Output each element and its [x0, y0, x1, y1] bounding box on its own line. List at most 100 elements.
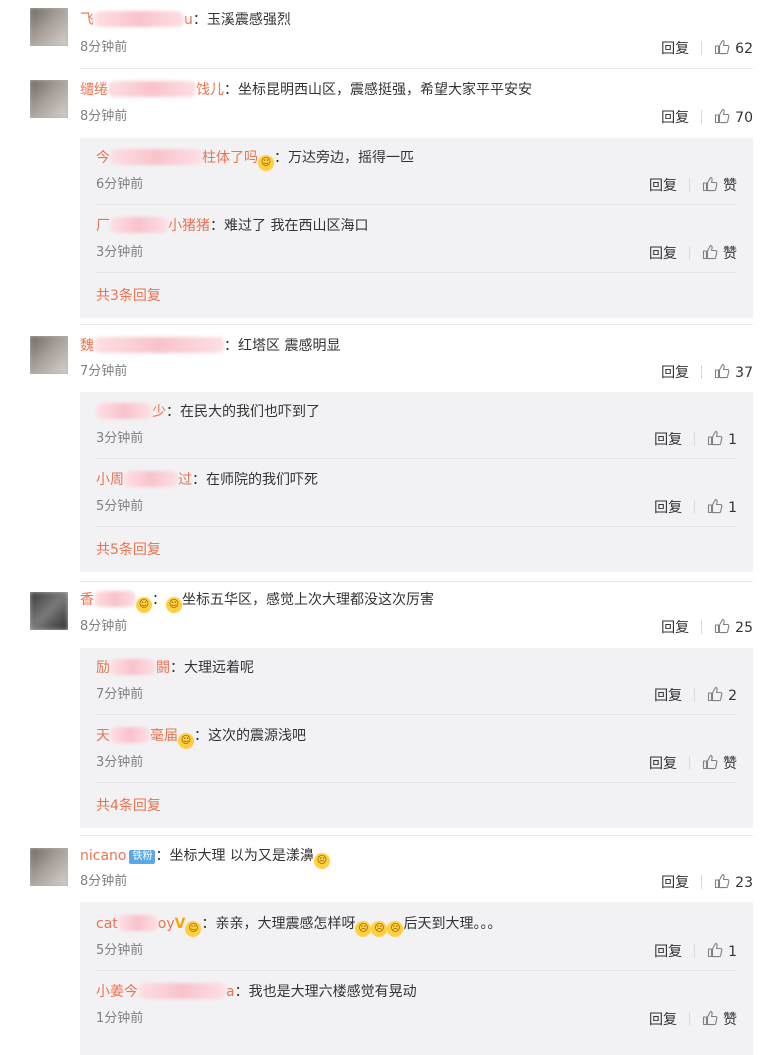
username[interactable]: nicano — [80, 848, 126, 864]
more-replies-link[interactable]: 共5条回复 — [96, 540, 161, 560]
thumbs-up-icon — [715, 618, 730, 634]
avatar[interactable] — [30, 848, 68, 886]
reply-button[interactable]: 回复 — [654, 688, 682, 704]
reply-actions: 回复 赞 — [649, 1010, 737, 1029]
comment-line: 缱绻 饯儿：坐标昆明西山区，震感挺强，希望大家平平安安 — [80, 80, 532, 100]
emoji-icon: ☺ — [178, 733, 194, 749]
avatar[interactable] — [30, 8, 68, 46]
emoji-icon: ☹ — [313, 853, 330, 869]
reply-item: 小姜今 a：我也是大理六楼感觉有晃动 1分钟前 回复 赞 — [80, 972, 753, 1040]
username[interactable]: 小周过 — [96, 471, 192, 488]
timestamp: 1分钟前 — [96, 1011, 144, 1026]
thumbs-up-icon — [715, 108, 730, 124]
comment-actions: 回复 25 — [661, 618, 753, 637]
emoji-icon: ☹ — [371, 921, 388, 937]
more-replies-link[interactable]: 共4条回复 — [96, 796, 161, 816]
like-button[interactable]: 62 — [714, 39, 753, 57]
like-button[interactable]: 2 — [707, 686, 737, 704]
username[interactable]: cat oy — [96, 915, 175, 932]
reply-line: 励闘：大理远着呢 — [96, 658, 254, 678]
username[interactable]: 缱绻 饯儿 — [80, 81, 224, 98]
like-button[interactable]: 1 — [707, 942, 737, 960]
like-button[interactable]: 1 — [707, 430, 737, 448]
comment-text: ：坐标大理 以为又是漾濞 — [155, 848, 314, 864]
username[interactable]: 厂小猪猪 — [96, 217, 210, 234]
comment-text: ：坐标昆明西山区，震感挺强，希望大家平平安安 — [224, 82, 532, 98]
username[interactable]: 魏 — [80, 337, 224, 354]
reply-button[interactable]: 回复 — [654, 944, 682, 960]
username[interactable]: 今柱体了吗 — [96, 149, 258, 166]
reply-item: cat oyV ☺ ：亲亲，大理震感怎样呀 ☹ ☹ ☹ 后天到大理。。。 5分钟前 回复 1 — [80, 902, 753, 971]
username[interactable]: 香 — [80, 591, 136, 608]
avatar[interactable] — [30, 80, 68, 118]
like-count: 25 — [735, 620, 753, 636]
vip-icon: V — [174, 916, 186, 932]
reply-line: cat oyV ☺ ：亲亲，大理震感怎样呀 ☹ ☹ ☹ 后天到大理。。。 — [96, 914, 501, 937]
like-count: 赞 — [723, 1012, 737, 1028]
reply-button[interactable]: 回复 — [661, 110, 689, 126]
timestamp: 5分钟前 — [96, 943, 144, 958]
more-replies-link[interactable]: 共3条回复 — [96, 286, 161, 306]
thumbs-up-icon — [702, 176, 718, 192]
reply-text: ：在民大的我们也吓到了 — [166, 404, 320, 420]
like-button[interactable]: 70 — [714, 108, 753, 126]
comment-text: ：红塔区 震感明显 — [224, 338, 341, 354]
reply-item: 小周 过：在师院的我们吓死 5分钟前 回复 1 — [80, 460, 753, 528]
timestamp: 5分钟前 — [96, 499, 144, 514]
like-count: 1 — [728, 500, 737, 516]
reply-button[interactable]: 回复 — [661, 365, 689, 381]
emoji-icon: ☹ — [387, 921, 404, 937]
thumbs-up-icon — [715, 363, 730, 379]
like-count: 赞 — [723, 756, 737, 772]
username[interactable]: 励闘 — [96, 659, 170, 676]
comment-text: 坐标五华区，感觉上次大理都没这次厉害 — [182, 592, 434, 608]
reply-text: ：万达旁边，摇得一匹 — [274, 150, 414, 166]
reply-button[interactable]: 回复 — [649, 246, 677, 262]
username[interactable]: 天毫届 — [96, 727, 178, 744]
reply-button[interactable]: 回复 — [649, 756, 677, 772]
like-button[interactable]: 23 — [714, 873, 753, 891]
username[interactable]: 小姜今 a — [96, 983, 235, 1000]
avatar[interactable] — [30, 592, 68, 630]
reply-button[interactable]: 回复 — [661, 41, 689, 57]
thumbs-up-icon — [702, 754, 718, 770]
like-button[interactable]: 赞 — [702, 244, 737, 262]
reply-button[interactable]: 回复 — [654, 432, 682, 448]
emoji-icon: ☺ — [166, 597, 182, 613]
reply-item: 今柱体了吗 ☺ ：万达旁边，摇得一匹 6分钟前 回复 赞 — [80, 138, 753, 206]
comment-actions: 回复 23 — [661, 873, 753, 892]
like-count: 1 — [728, 432, 737, 448]
comment-item: 缱绻 饯儿：坐标昆明西山区，震感挺强，希望大家平平安安 8分钟前 回复 70 今柱体… — [0, 70, 767, 325]
comment-actions: 回复 62 — [661, 39, 753, 58]
comment-line: 香 ☺： ☺ 坐标五华区，感觉上次大理都没这次厉害 — [80, 590, 434, 613]
comment-text: ：玉溪震感强烈 — [192, 12, 291, 28]
comment-line: 魏：红塔区 震感明显 — [80, 336, 340, 356]
like-button[interactable]: 1 — [707, 498, 737, 516]
username[interactable]: 飞u — [80, 11, 193, 28]
reply-item: 天毫届 ☺ ：这次的震源浅吧 3分钟前 回复 赞 — [80, 716, 753, 784]
like-button[interactable]: 37 — [714, 363, 753, 381]
reply-button[interactable]: 回复 — [654, 500, 682, 516]
reply-button[interactable]: 回复 — [649, 1012, 677, 1028]
like-count: 70 — [735, 110, 753, 126]
reply-line: 厂小猪猪：难过了 我在西山区海口 — [96, 216, 368, 236]
thumbs-up-icon — [708, 942, 723, 958]
like-count: 62 — [735, 41, 753, 57]
comment-item: 香 ☺： ☺ 坐标五华区，感觉上次大理都没这次厉害 8分钟前 回复 25 励闘：大理远着… — [0, 582, 767, 836]
emoji-icon: ☺ — [136, 597, 152, 613]
timestamp: 3分钟前 — [96, 431, 144, 446]
reply-thread: 今柱体了吗 ☺ ：万达旁边，摇得一匹 6分钟前 回复赞 厂小猪猪：难过了 我在西山区… — [80, 138, 753, 318]
like-button[interactable]: 25 — [714, 618, 753, 636]
avatar[interactable] — [30, 336, 68, 374]
like-button[interactable]: 赞 — [702, 1010, 737, 1028]
username[interactable]: 少 — [96, 403, 166, 420]
like-button[interactable]: 赞 — [702, 176, 737, 194]
reply-item: 厂小猪猪：难过了 我在西山区海口 3分钟前 回复 赞 — [80, 206, 753, 274]
reply-button[interactable]: 回复 — [661, 875, 689, 891]
reply-button[interactable]: 回复 — [661, 620, 689, 636]
emoji-icon: ☺ — [185, 921, 202, 937]
reply-thread: cat oyV ☺ ：亲亲，大理震感怎样呀 ☹ ☹ ☹ 后天到大理。。。 5分钟前 回复 1 小… — [80, 902, 753, 1055]
reply-button[interactable]: 回复 — [649, 178, 677, 194]
reply-actions: 回复 赞 — [649, 754, 737, 773]
like-button[interactable]: 赞 — [702, 754, 737, 772]
